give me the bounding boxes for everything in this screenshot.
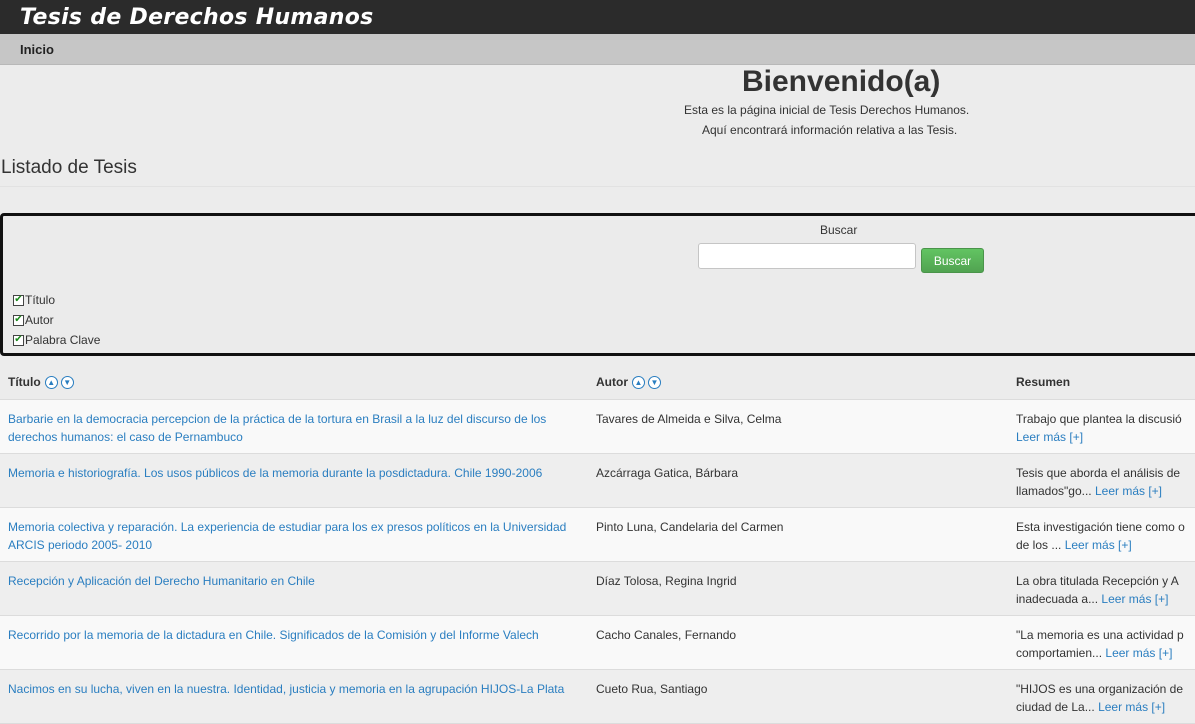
column-title-label[interactable]: Título	[8, 375, 41, 389]
filter-title-label: Título	[25, 293, 56, 307]
divider	[0, 186, 1195, 187]
table-row: Recepción y Aplicación del Derecho Human…	[0, 562, 1195, 616]
thesis-summary: Trabajo que plantea la discusió Leer más…	[1016, 410, 1195, 446]
column-header-title: Título ▲ ▼	[8, 375, 74, 389]
thesis-summary: "HIJOS es una organización de ciudad de …	[1016, 680, 1195, 716]
sort-ascending-icon[interactable]: ▲	[44, 375, 58, 389]
checkbox-checked-icon[interactable]: ✔	[13, 334, 24, 346]
thesis-summary: Tesis que aborda el análisis de llamados…	[1016, 464, 1195, 500]
table-body: Barbarie en la democracia percepcion de …	[0, 400, 1195, 724]
thesis-title-link[interactable]: Barbarie en la democracia percepcion de …	[8, 410, 583, 446]
summary-text-cont: comportamien...	[1016, 646, 1103, 660]
thesis-title-link[interactable]: Memoria e historiografía. Los usos públi…	[8, 464, 583, 482]
thesis-title-link[interactable]: Memoria colectiva y reparación. La exper…	[8, 518, 583, 554]
thesis-summary: "La memoria es una actividad p comportam…	[1016, 626, 1195, 662]
welcome-text-2: Aquí encontrará información relativa a l…	[702, 123, 958, 137]
column-author-label[interactable]: Autor	[596, 375, 628, 389]
summary-text-cont: ciudad de La...	[1016, 700, 1095, 714]
summary-text: La obra titulada Recepción y A	[1016, 574, 1179, 588]
thesis-author: Díaz Tolosa, Regina Ingrid	[596, 574, 737, 588]
summary-text-cont: llamados"go...	[1016, 484, 1092, 498]
summary-text-cont: inadecuada a...	[1016, 592, 1099, 606]
welcome-section: Bienvenido(a) Esta es la página inicial …	[0, 65, 1195, 139]
column-header-summary: Resumen	[1016, 375, 1070, 389]
filter-keyword-label: Palabra Clave	[25, 333, 101, 347]
table-row: Nacimos en su lucha, viven en la nuestra…	[0, 670, 1195, 724]
thesis-title-link[interactable]: Nacimos en su lucha, viven en la nuestra…	[8, 680, 583, 698]
table-row: Memoria e historiografía. Los usos públi…	[0, 454, 1195, 508]
sort-ascending-icon[interactable]: ▲	[632, 375, 645, 389]
thesis-author: Tavares de Almeida e Silva, Celma	[596, 412, 782, 426]
search-button[interactable]: Buscar	[921, 248, 984, 273]
read-more-link[interactable]: Leer más [+]	[1105, 646, 1172, 660]
summary-text: Tesis que aborda el análisis de	[1016, 466, 1181, 480]
table-row: Recorrido por la memoria de la dictadura…	[0, 616, 1195, 670]
thesis-author: Cueto Rua, Santiago	[596, 682, 708, 696]
table-row: Barbarie en la democracia percepcion de …	[0, 400, 1195, 454]
list-title: Listado de Tesis	[1, 157, 137, 178]
read-more-link[interactable]: Leer más [+]	[1016, 430, 1083, 444]
filter-keyword-checkbox[interactable]: ✔ Palabra Clave	[13, 333, 100, 347]
table-row: Memoria colectiva y reparación. La exper…	[0, 508, 1195, 562]
filter-title-checkbox[interactable]: ✔ Título	[13, 293, 55, 307]
brand-title[interactable]: Tesis de Derechos Humanos	[20, 5, 374, 30]
column-header-author: Autor ▲ ▼	[596, 375, 661, 389]
thesis-author: Pinto Luna, Candelaria del Carmen	[596, 520, 784, 534]
thesis-author: Cacho Canales, Fernando	[596, 628, 737, 642]
search-input[interactable]	[698, 243, 916, 269]
read-more-link[interactable]: Leer más [+]	[1101, 592, 1168, 606]
column-summary-label: Resumen	[1016, 375, 1071, 389]
welcome-text-1: Esta es la página inicial de Tesis Derec…	[684, 103, 970, 117]
checkbox-checked-icon[interactable]: ✔	[13, 294, 24, 306]
summary-text: "HIJOS es una organización de	[1016, 682, 1184, 696]
filter-author-label: Autor	[25, 313, 54, 327]
thesis-summary: Esta investigación tiene como o de los .…	[1016, 518, 1195, 554]
welcome-title: Bienvenido(a)	[742, 65, 941, 98]
summary-text: Trabajo que plantea la discusió	[1016, 412, 1182, 426]
thesis-title-link[interactable]: Recepción y Aplicación del Derecho Human…	[8, 572, 583, 590]
filter-author-checkbox[interactable]: ✔ Autor	[13, 313, 54, 327]
summary-text: "La memoria es una actividad p	[1016, 628, 1184, 642]
read-more-link[interactable]: Leer más [+]	[1095, 484, 1162, 498]
top-bar: Tesis de Derechos Humanos	[0, 0, 1195, 34]
summary-text-cont: de los ...	[1016, 538, 1062, 552]
checkbox-checked-icon[interactable]: ✔	[13, 314, 24, 326]
nav-bar: Inicio	[0, 34, 1195, 65]
nav-home-link[interactable]: Inicio	[20, 42, 54, 57]
sort-descending-icon[interactable]: ▼	[60, 375, 74, 389]
table-header: Título ▲ ▼ Autor ▲ ▼ Resumen	[0, 364, 1195, 400]
thesis-author: Azcárraga Gatica, Bárbara	[596, 466, 739, 480]
search-label: Buscar	[820, 223, 858, 237]
search-panel: Buscar Buscar ✔ Título ✔ Autor ✔ Palabra…	[0, 213, 1195, 356]
thesis-title-link[interactable]: Recorrido por la memoria de la dictadura…	[8, 626, 583, 644]
thesis-summary: La obra titulada Recepción y A inadecuad…	[1016, 572, 1195, 608]
sort-descending-icon[interactable]: ▼	[648, 375, 661, 389]
read-more-link[interactable]: Leer más [+]	[1098, 700, 1165, 714]
summary-text: Esta investigación tiene como o	[1016, 520, 1185, 534]
read-more-link[interactable]: Leer más [+]	[1065, 538, 1132, 552]
thesis-table: Título ▲ ▼ Autor ▲ ▼ Resumen Barbarie en…	[0, 364, 1195, 724]
